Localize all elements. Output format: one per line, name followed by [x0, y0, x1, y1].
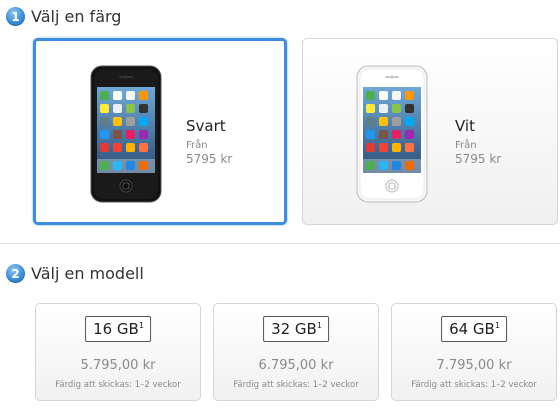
color-option-black[interactable]: Svart Från 5795 kr: [33, 38, 287, 225]
model-price: 7.795,00 kr: [436, 358, 512, 373]
step-title: Välj en färg: [31, 7, 122, 26]
color-name: Vit: [455, 117, 475, 135]
model-price: 5.795,00 kr: [80, 358, 156, 373]
shipping-info: Färdig att skickas: 1–2 veckor: [55, 380, 181, 390]
color-price: 5795 kr: [186, 152, 233, 166]
step-2-header: 2 Välj en modell: [6, 264, 144, 283]
step-number-badge: 1: [6, 7, 25, 26]
color-option-white[interactable]: Vit Från 5795 kr: [302, 38, 558, 225]
footnote-marker: 1: [138, 321, 144, 330]
capacity-label: 32 GB1: [263, 316, 329, 342]
model-option-64gb[interactable]: 64 GB1 7.795,00 kr Färdig att skickas: 1…: [391, 303, 557, 401]
color-name: Svart: [186, 117, 226, 135]
capacity-label: 16 GB1: [85, 316, 151, 342]
color-price: 5795 kr: [455, 152, 502, 166]
model-option-32gb[interactable]: 32 GB1 6.795,00 kr Färdig att skickas: 1…: [213, 303, 379, 401]
step-title: Välj en modell: [31, 264, 144, 283]
capacity-label: 64 GB1: [441, 316, 507, 342]
step-number-badge: 2: [6, 264, 25, 283]
from-label: Från: [455, 140, 477, 151]
from-label: Från: [186, 140, 208, 151]
step-1-header: 1 Välj en färg: [6, 7, 121, 26]
shipping-info: Färdig att skickas: 1–2 veckor: [233, 380, 359, 390]
iphone-black-image: [90, 65, 162, 203]
footnote-marker: 1: [316, 321, 322, 330]
section-divider: [0, 243, 560, 244]
shipping-info: Färdig att skickas: 1–2 veckor: [411, 380, 537, 390]
footnote-marker: 1: [494, 321, 500, 330]
iphone-white-image: [356, 65, 428, 203]
model-price: 6.795,00 kr: [258, 358, 334, 373]
model-option-16gb[interactable]: 16 GB1 5.795,00 kr Färdig att skickas: 1…: [35, 303, 201, 401]
